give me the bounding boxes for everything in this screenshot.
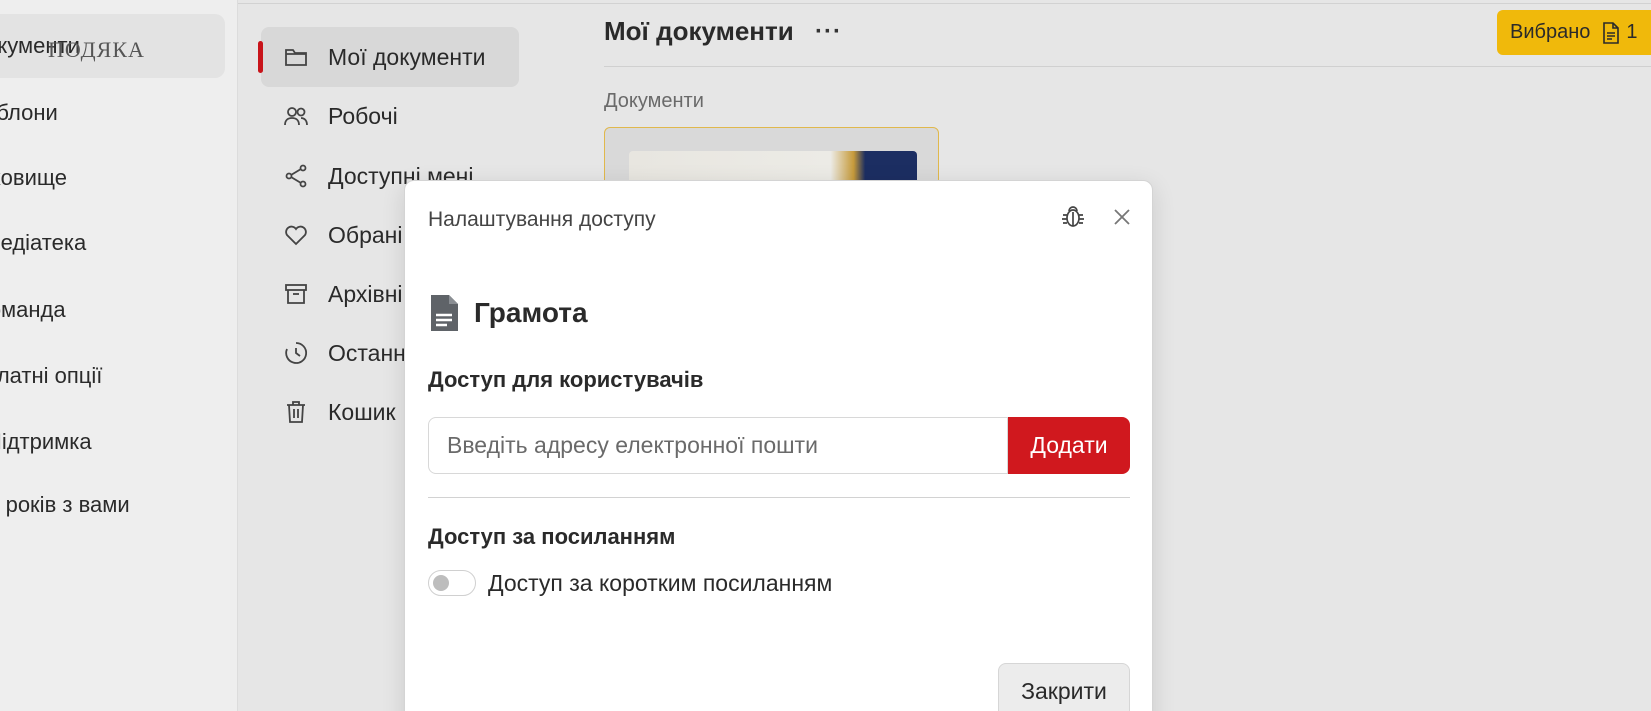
- page-title: Мої документи: [604, 16, 794, 46]
- access-settings-modal: Налаштування доступу Грамота Доступ для …: [404, 180, 1153, 711]
- bug-icon[interactable]: [1059, 203, 1087, 231]
- heart-icon: [282, 221, 310, 249]
- users-access-heading: Доступ для користувачів: [428, 367, 704, 392]
- nav-my-documents[interactable]: Мої документи: [258, 27, 519, 87]
- sidebar-item-support[interactable]: Підтримка: [0, 410, 225, 474]
- file-icon: [428, 293, 460, 333]
- sidebar-item-templates[interactable]: Шаблони: [0, 81, 225, 145]
- document-icon: [1602, 21, 1620, 44]
- close-button[interactable]: Закрити: [998, 663, 1130, 711]
- recent-icon: [282, 339, 310, 367]
- link-access-heading: Доступ за посиланням: [428, 524, 676, 549]
- modal-title: Налаштування доступу: [428, 208, 656, 231]
- users-icon: [282, 102, 310, 130]
- sidebar-item-storage[interactable]: Сховище: [0, 146, 225, 210]
- thumbnail-text: ПОДЯКА: [48, 37, 145, 62]
- header-divider: [604, 66, 1651, 67]
- modal-divider: [428, 497, 1130, 498]
- selected-count: 1: [1626, 21, 1638, 43]
- document-name-row: Грамота: [428, 293, 588, 333]
- sidebar-item-10-years[interactable]: 10 років з вами: [0, 473, 225, 537]
- email-input[interactable]: [428, 417, 1008, 474]
- close-icon[interactable]: [1108, 203, 1136, 231]
- top-border: [238, 3, 1651, 4]
- nav-working[interactable]: Робочі: [261, 86, 519, 146]
- share-icon: [282, 162, 310, 190]
- short-link-toggle[interactable]: [428, 570, 476, 596]
- section-label: Документи: [604, 90, 704, 112]
- trash-icon: [282, 398, 310, 426]
- selected-badge[interactable]: Вибрано 1: [1497, 10, 1651, 55]
- active-indicator: [258, 41, 263, 73]
- short-link-label: Доступ за коротким посиланням: [488, 570, 833, 596]
- more-options-icon[interactable]: ···: [815, 18, 842, 46]
- toggle-knob: [433, 575, 449, 591]
- add-button[interactable]: Додати: [1008, 417, 1130, 474]
- selected-label: Вибрано: [1510, 21, 1591, 43]
- sidebar-item-team[interactable]: Команда: [0, 278, 225, 342]
- document-name: Грамота: [474, 297, 588, 328]
- folder-icon: [282, 43, 310, 71]
- archive-icon: [282, 280, 310, 308]
- main-sidebar: Документи Шаблони Сховище Медіатека Кома…: [0, 0, 238, 711]
- sidebar-item-paid-options[interactable]: Платні опції: [0, 344, 225, 408]
- sidebar-item-media[interactable]: Медіатека: [0, 211, 225, 275]
